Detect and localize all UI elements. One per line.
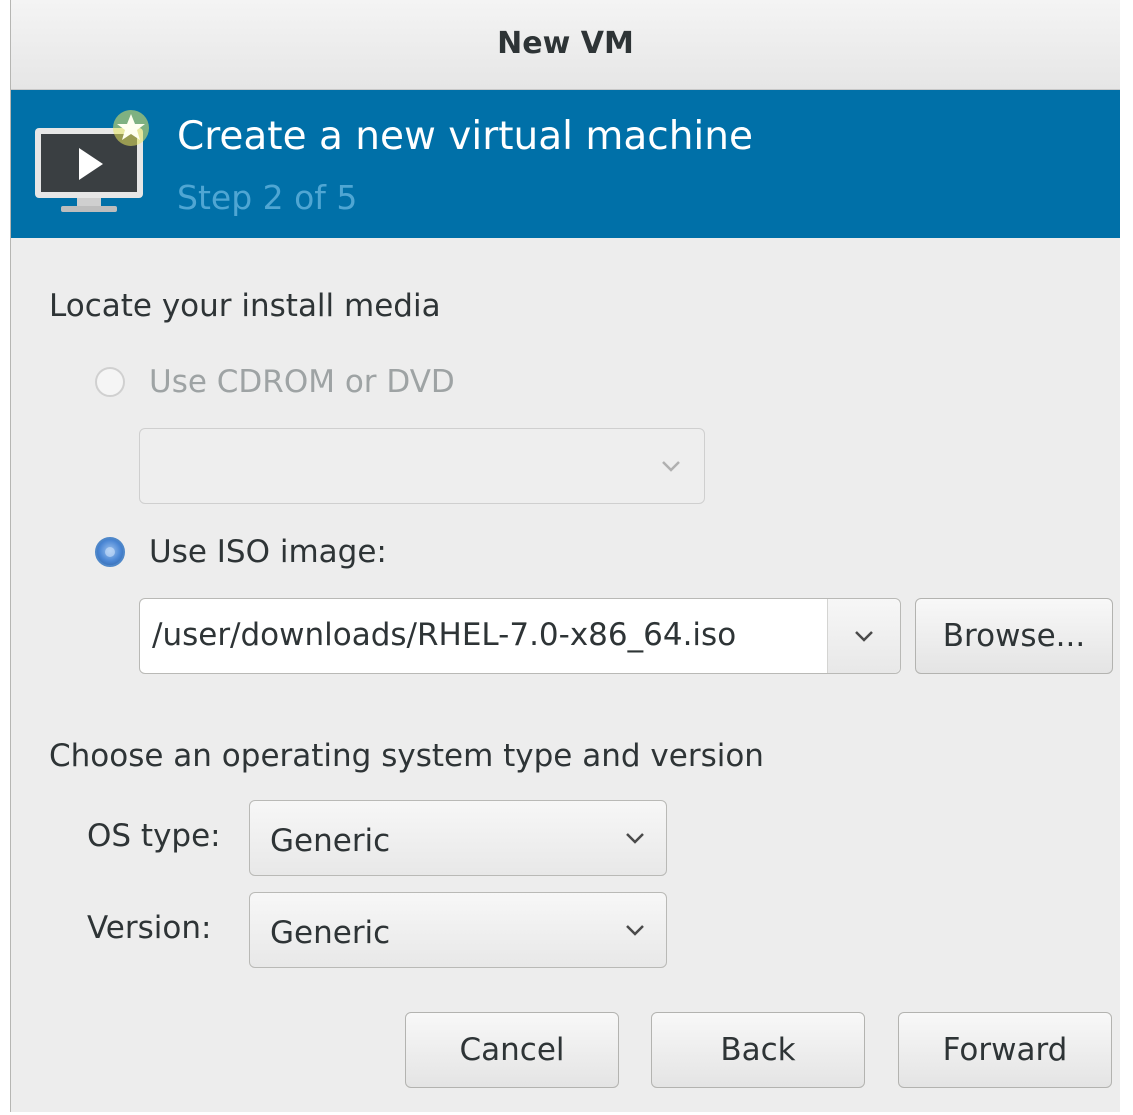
wizard-title: Create a new virtual machine xyxy=(177,114,753,159)
cdrom-radio-row: Use CDROM or DVD xyxy=(95,364,455,400)
install-media-heading: Locate your install media xyxy=(49,288,441,324)
new-vm-dialog: New VM Create a new virtual machine Step… xyxy=(10,0,1120,1112)
cancel-button[interactable]: Cancel xyxy=(405,1012,619,1088)
version-value: Generic xyxy=(270,915,391,951)
os-heading: Choose an operating system type and vers… xyxy=(49,738,764,774)
window-title: New VM xyxy=(497,26,634,61)
iso-path-input[interactable]: /user/downloads/RHEL-7.0-x86_64.iso xyxy=(152,617,736,653)
browse-button[interactable]: Browse... xyxy=(915,598,1113,674)
iso-path-combo[interactable]: /user/downloads/RHEL-7.0-x86_64.iso xyxy=(139,598,901,674)
os-type-select[interactable]: Generic xyxy=(249,800,667,876)
wizard-header-banner: Create a new virtual machine Step 2 of 5 xyxy=(11,90,1120,238)
combo-separator xyxy=(827,599,828,673)
iso-radio-label: Use ISO image: xyxy=(149,534,387,570)
cdrom-device-select[interactable] xyxy=(139,428,705,504)
title-bar[interactable]: New VM xyxy=(11,0,1120,90)
cdrom-radio-label: Use CDROM or DVD xyxy=(149,364,455,400)
wizard-step-indicator: Step 2 of 5 xyxy=(177,178,358,217)
version-label: Version: xyxy=(87,910,212,946)
chevron-down-icon xyxy=(626,833,644,844)
os-type-label: OS type: xyxy=(87,818,221,854)
chevron-down-icon xyxy=(662,461,680,472)
cdrom-radio[interactable] xyxy=(95,367,125,397)
back-button[interactable]: Back xyxy=(651,1012,865,1088)
chevron-down-icon xyxy=(855,631,873,642)
version-select[interactable]: Generic xyxy=(249,892,667,968)
chevron-down-icon xyxy=(626,925,644,936)
iso-path-dropdown-button[interactable] xyxy=(828,599,900,673)
iso-radio[interactable] xyxy=(95,537,125,567)
os-type-value: Generic xyxy=(270,823,391,859)
forward-button[interactable]: Forward xyxy=(898,1012,1112,1088)
iso-radio-row: Use ISO image: xyxy=(95,534,387,570)
vm-monitor-play-icon xyxy=(35,110,149,212)
